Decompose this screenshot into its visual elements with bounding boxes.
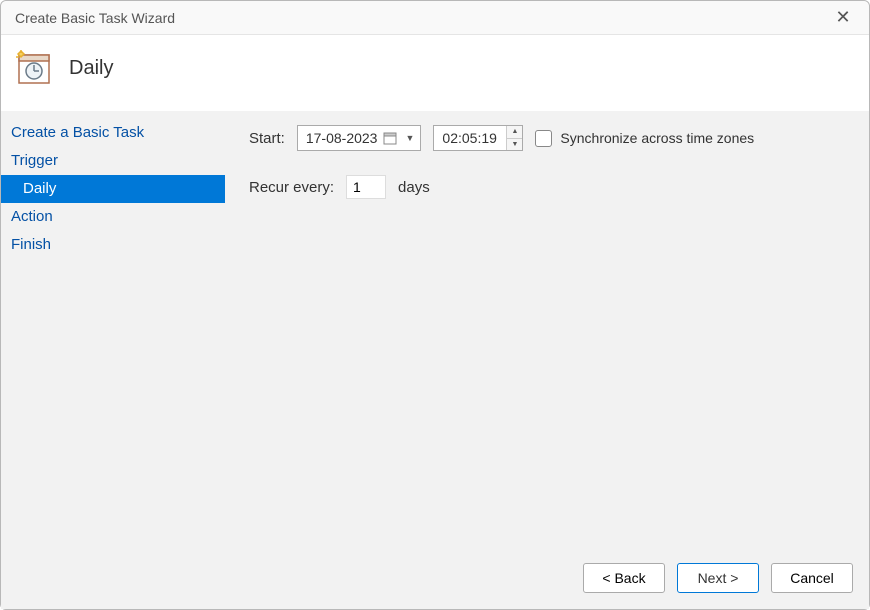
recur-unit-label: days	[398, 179, 430, 196]
body: Create a Basic TaskTriggerDailyActionFin…	[1, 111, 869, 551]
cancel-button[interactable]: Cancel	[771, 563, 853, 593]
back-button[interactable]: < Back	[583, 563, 665, 593]
start-row: Start: 17-08-2023 ▼ 02:05:19 ▲ ▼	[249, 125, 845, 151]
sync-timezones-checkbox[interactable]: Synchronize across time zones	[535, 130, 754, 147]
spinner-up-icon[interactable]: ▲	[507, 126, 522, 139]
chevron-down-icon: ▼	[403, 133, 416, 143]
window-title: Create Basic Task Wizard	[15, 10, 175, 26]
start-time-picker[interactable]: 02:05:19 ▲ ▼	[433, 125, 523, 151]
sidebar-item-finish[interactable]: Finish	[1, 231, 225, 259]
start-label: Start:	[249, 130, 285, 147]
close-icon[interactable]: ✕	[831, 7, 855, 28]
content-area: Start: 17-08-2023 ▼ 02:05:19 ▲ ▼	[225, 111, 869, 551]
start-time-value: 02:05:19	[434, 126, 506, 150]
calendar-icon	[383, 131, 397, 145]
recur-every-input[interactable]	[346, 175, 386, 199]
time-spinner: ▲ ▼	[506, 126, 522, 150]
spinner-down-icon[interactable]: ▼	[507, 139, 522, 151]
sidebar-item-trigger[interactable]: Trigger	[1, 147, 225, 175]
recur-label: Recur every:	[249, 179, 334, 196]
titlebar: Create Basic Task Wizard ✕	[1, 1, 869, 35]
sidebar: Create a Basic TaskTriggerDailyActionFin…	[1, 111, 225, 551]
sidebar-item-daily[interactable]: Daily	[1, 175, 225, 203]
footer: < Back Next > Cancel	[1, 551, 869, 609]
sidebar-item-create-a-basic-task[interactable]: Create a Basic Task	[1, 119, 225, 147]
sync-label: Synchronize across time zones	[560, 130, 754, 146]
calendar-clock-icon	[15, 49, 53, 87]
checkbox-icon	[535, 130, 552, 147]
next-button[interactable]: Next >	[677, 563, 759, 593]
recur-row: Recur every: days	[249, 175, 845, 199]
page-title: Daily	[69, 57, 113, 80]
sidebar-item-action[interactable]: Action	[1, 203, 225, 231]
wizard-window: Create Basic Task Wizard ✕ Daily Create …	[0, 0, 870, 610]
start-date-value: 17-08-2023	[306, 130, 378, 146]
header: Daily	[1, 35, 869, 111]
start-date-picker[interactable]: 17-08-2023 ▼	[297, 125, 422, 151]
